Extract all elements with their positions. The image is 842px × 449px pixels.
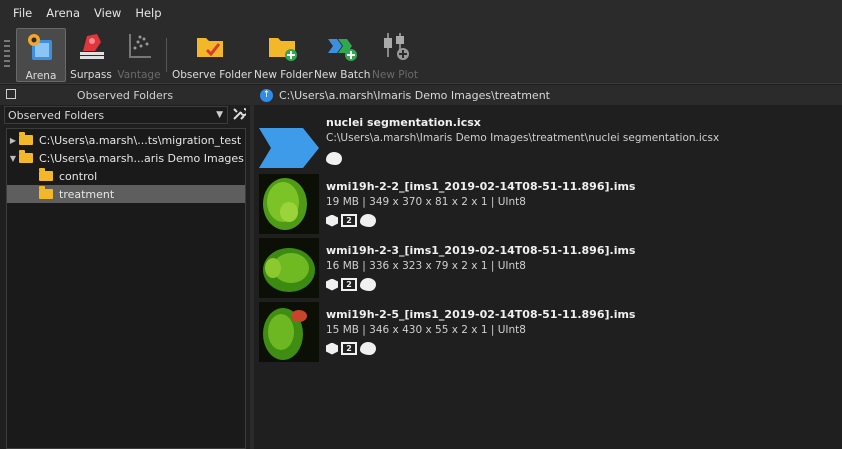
batch-file-icon (259, 128, 319, 168)
folder-icon (39, 168, 53, 181)
list-item[interactable]: wmi19h-2-3_[ims1_2019-02-14T08-51-11.896… (255, 236, 842, 300)
folder-icon (39, 186, 53, 199)
observed-folders-header: Observed Folders (0, 85, 250, 105)
new-folder-label: New Folder (254, 69, 313, 81)
toolbar-grip[interactable] (4, 40, 10, 68)
cube-icon (326, 342, 338, 355)
cube-icon (326, 214, 338, 227)
menu-file[interactable]: File (6, 6, 39, 20)
tree-item-label: C:\Users\a.marsh\...ts\migration_test (39, 133, 242, 147)
folder-icon (19, 150, 33, 163)
up-arrow-icon[interactable]: ↑ (260, 88, 273, 102)
toolbar: Arena Surpass Vantage Observe Folder New… (0, 26, 842, 84)
image-thumbnail (259, 302, 319, 362)
channels-icon: 2 (341, 214, 357, 227)
item-meta: C:\Users\a.marsh\Imaris Demo Images\trea… (326, 132, 720, 144)
tree-item-label: C:\Users\a.marsh...aris Demo Images (39, 151, 244, 165)
blob-icon (360, 214, 376, 227)
cube-icon (326, 278, 338, 291)
arena-label: Arena (25, 70, 57, 82)
wrench-icon[interactable] (232, 106, 248, 124)
chevron-down-icon: ▼ (216, 110, 223, 120)
blob-icon (360, 278, 376, 291)
blob-icon (326, 152, 342, 165)
new-batch-button[interactable]: New Batch (314, 28, 370, 82)
tree-item-migration-test[interactable]: ▶ C:\Users\a.marsh\...ts\migration_test (7, 131, 245, 149)
tree-item-label: treatment (59, 187, 115, 201)
folder-tree: ▶ C:\Users\a.marsh\...ts\migration_test … (6, 128, 246, 449)
toolbar-separator (166, 38, 167, 72)
channels-icon: 2 (341, 342, 357, 355)
item-name: nuclei segmentation.icsx (326, 116, 481, 129)
image-thumbnail (259, 174, 319, 234)
panel-splitter[interactable] (250, 85, 254, 449)
new-folder-button[interactable]: New Folder (254, 28, 313, 82)
undock-icon[interactable] (6, 89, 16, 99)
new-plot-icon (384, 33, 409, 60)
image-thumbnail (259, 238, 319, 298)
vantage-label: Vantage (117, 69, 161, 81)
new-folder-icon (269, 38, 297, 61)
menu-help[interactable]: Help (128, 6, 168, 20)
arena-icon (28, 34, 52, 60)
arena-button[interactable]: Arena (16, 28, 66, 82)
new-batch-icon (328, 39, 357, 61)
file-list: nuclei segmentation.icsx C:\Users\a.mars… (255, 106, 842, 449)
folder-view-value: Observed Folders (8, 108, 105, 122)
list-item[interactable]: nuclei segmentation.icsx C:\Users\a.mars… (255, 114, 842, 174)
vantage-button[interactable]: Vantage (116, 28, 162, 82)
channels-icon: 2 (341, 278, 357, 291)
observe-folder-icon (197, 38, 223, 57)
surpass-button[interactable]: Surpass (68, 28, 114, 82)
observe-folder-button[interactable]: Observe Folder (172, 28, 252, 82)
panel-title: Observed Folders (76, 88, 174, 102)
list-item[interactable]: wmi19h-2-2_[ims1_2019-02-14T08-51-11.896… (255, 172, 842, 236)
item-name: wmi19h-2-3_[ims1_2019-02-14T08-51-11.896… (326, 244, 636, 257)
vantage-icon (129, 34, 151, 58)
path-bar: ↑ C:\Users\a.marsh\Imaris Demo Images\tr… (254, 85, 842, 105)
surpass-label: Surpass (70, 69, 112, 81)
tree-item-label: control (59, 169, 98, 183)
folder-icon (19, 132, 33, 145)
expand-caret-icon[interactable]: ▶ (7, 136, 19, 145)
observe-folder-label: Observe Folder (172, 69, 252, 81)
tree-item-treatment[interactable]: treatment (7, 185, 245, 203)
new-plot-button[interactable]: New Plot (372, 28, 418, 82)
list-item[interactable]: wmi19h-2-5_[ims1_2019-02-14T08-51-11.896… (255, 300, 842, 364)
tree-item-demo-images[interactable]: ▼ C:\Users\a.marsh...aris Demo Images (7, 149, 245, 167)
new-batch-label: New Batch (314, 69, 371, 81)
new-plot-label: New Plot (372, 69, 419, 81)
item-meta: 15 MB | 346 x 430 x 55 x 2 x 1 | UInt8 (326, 324, 526, 336)
menu-view[interactable]: View (87, 6, 128, 20)
item-meta: 16 MB | 336 x 323 x 79 x 2 x 1 | UInt8 (326, 260, 526, 272)
blob-icon (360, 342, 376, 355)
current-path: C:\Users\a.marsh\Imaris Demo Images\trea… (279, 88, 550, 102)
collapse-caret-icon[interactable]: ▼ (7, 154, 19, 163)
menu-arena[interactable]: Arena (39, 6, 87, 20)
item-meta: 19 MB | 349 x 370 x 81 x 2 x 1 | UInt8 (326, 196, 526, 208)
item-name: wmi19h-2-2_[ims1_2019-02-14T08-51-11.896… (326, 180, 636, 193)
folder-view-select[interactable]: Observed Folders ▼ (4, 106, 228, 124)
tree-item-control[interactable]: control (7, 167, 245, 185)
menu-bar: File Arena View Help (0, 0, 842, 26)
surpass-icon (80, 34, 104, 59)
item-name: wmi19h-2-5_[ims1_2019-02-14T08-51-11.896… (326, 308, 636, 321)
